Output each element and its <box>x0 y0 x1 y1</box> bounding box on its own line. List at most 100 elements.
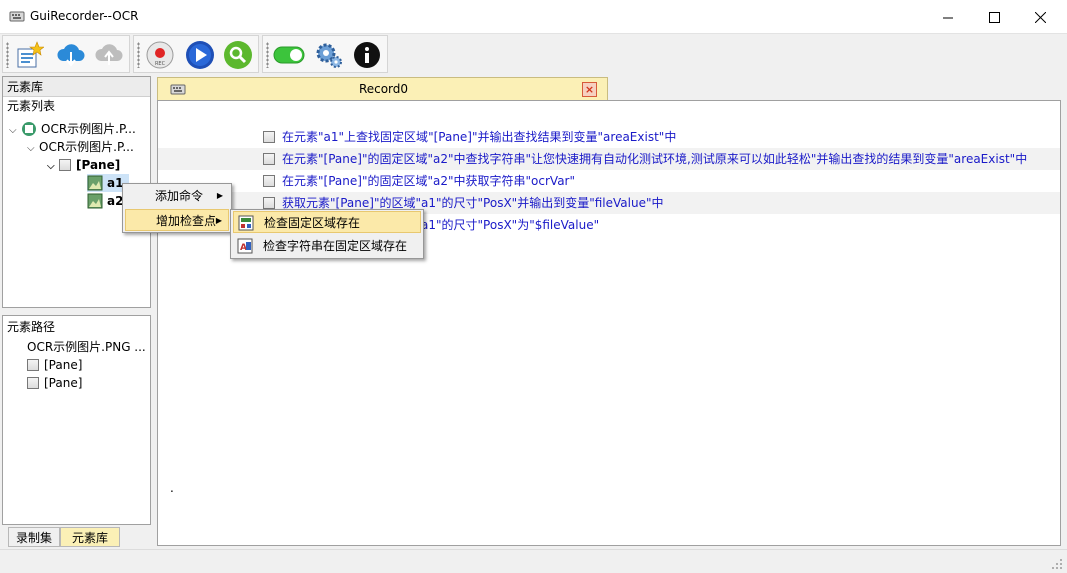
path-item[interactable]: OCR示例图片.PNG ... <box>27 338 146 356</box>
toolbar-grip[interactable] <box>137 42 140 68</box>
command-value: "[Pane]" <box>318 174 368 188</box>
toolbar-group-file <box>2 35 130 73</box>
new-recording-button[interactable] <box>13 40 45 70</box>
command-keyword: 中 <box>664 130 677 144</box>
command-text: 获取元素"[Pane]"的区域"a1"的尺寸"PosX"并输出到变量"fileV… <box>282 196 664 210</box>
tab-element-library[interactable]: 元素库 <box>60 527 120 547</box>
close-button[interactable] <box>1017 0 1063 34</box>
play-button[interactable] <box>184 40 216 70</box>
svg-text:REC: REC <box>155 61 166 67</box>
toggle-button[interactable] <box>273 40 305 70</box>
command-checkbox[interactable] <box>263 197 275 209</box>
element-list-title: 元素列表 <box>7 99 56 113</box>
close-icon: × <box>584 83 595 96</box>
check-area-icon <box>238 215 254 231</box>
tab-label: Record0 <box>358 82 409 96</box>
tree-node-label: a2 <box>107 194 124 208</box>
script-editor[interactable]: 在元素"a1"上查找固定区域"[Pane]"并输出查找结果到变量"areaExi… <box>157 100 1061 546</box>
command-keyword: 并输出查找的结果到变量 <box>816 152 949 166</box>
menu-item-label: 检查固定区域存在 <box>264 216 361 230</box>
chevron-down-icon[interactable]: ⌵ <box>9 122 21 140</box>
toolbar-grip[interactable] <box>266 42 269 68</box>
upload-button[interactable] <box>93 40 125 70</box>
command-text: 在元素"a1"上查找固定区域"[Pane]"并输出查找结果到变量"areaExi… <box>282 130 676 144</box>
menu-item-add-checkpoint[interactable]: 增加检查点 ▶ <box>125 209 229 231</box>
cloud-download-icon <box>57 44 85 67</box>
settings-button[interactable] <box>312 40 344 70</box>
title-bar: GuiRecorder--OCR <box>0 0 1067 34</box>
tab-record0[interactable]: Record0 × <box>157 77 608 101</box>
command-value: "a1" <box>415 196 442 210</box>
close-icon <box>1034 11 1046 23</box>
element-path-panel: 元素路径 OCR示例图片.PNG ... [Pane] [Pane] <box>2 315 151 525</box>
tab-recordings[interactable]: 录制集 <box>8 527 60 547</box>
tree-node-root[interactable]: ⌵ OCR示例图片.P... <box>9 120 136 138</box>
command-keyword: 的固定区域 <box>367 174 428 188</box>
path-item[interactable]: [Pane] <box>27 356 82 374</box>
tree-node-a2[interactable]: a2 <box>87 192 123 210</box>
command-value: "[Pane]" <box>428 130 478 144</box>
command-value: "areaExist" <box>597 130 665 144</box>
command-value: "PosX" <box>477 218 518 232</box>
play-icon <box>186 41 214 69</box>
submenu-arrow-icon: ▶ <box>216 191 223 200</box>
toggle-on-icon <box>273 46 305 64</box>
left-bottom-tabs: 录制集 元素库 <box>2 527 151 547</box>
command-keyword: 在元素 <box>282 130 319 144</box>
command-value: "PosX" <box>477 196 518 210</box>
menu-item-label: 增加检查点 <box>156 214 217 228</box>
download-button[interactable] <box>55 40 87 70</box>
resize-grip-icon[interactable] <box>1051 558 1063 570</box>
command-row[interactable]: 在元素"a1"上查找固定区域"[Pane]"并输出查找结果到变量"areaExi… <box>158 126 1060 148</box>
path-item[interactable]: [Pane] <box>27 374 82 392</box>
tab-close-button[interactable]: × <box>582 82 597 97</box>
command-keyword: 中获取字符串 <box>453 174 526 188</box>
toolbar-group-run: REC <box>133 35 259 73</box>
tree-node-pane[interactable]: ⌵ [Pane] <box>47 156 120 174</box>
menu-item-add-command[interactable]: 添加命令 ▶ <box>125 185 229 207</box>
command-checkbox[interactable] <box>263 131 275 143</box>
inspect-icon <box>224 41 252 69</box>
new-recording-icon <box>17 41 44 68</box>
record-icon: REC <box>146 41 174 69</box>
command-keyword: 中查找字符串 <box>453 152 526 166</box>
window-title: GuiRecorder--OCR <box>30 9 139 23</box>
submenu-arrow-icon: ▶ <box>215 216 222 225</box>
inspect-button[interactable] <box>222 40 254 70</box>
command-keyword: 的尺寸 <box>441 196 478 210</box>
command-row[interactable]: 在元素"[Pane]"的固定区域"a2"中查找字符串"让您快速拥有自动化测试环境… <box>158 148 1060 170</box>
chevron-down-icon[interactable]: ⌵ <box>27 140 39 158</box>
minimize-button[interactable] <box>925 0 971 34</box>
context-menu: 添加命令 ▶ 增加检查点 ▶ <box>122 183 232 233</box>
tree-node-label: OCR示例图片.P... <box>41 122 136 136</box>
command-keyword: 的固定区域 <box>367 152 428 166</box>
maximize-button[interactable] <box>971 0 1017 34</box>
menu-item-check-area-exists[interactable]: 检查固定区域存在 <box>233 211 421 233</box>
chevron-down-icon[interactable]: ⌵ <box>47 158 59 176</box>
record-button[interactable]: REC <box>144 40 176 70</box>
minimize-icon <box>942 17 953 18</box>
command-value: "a2" <box>427 152 454 166</box>
command-value: "a1" <box>318 130 345 144</box>
path-item-label: [Pane] <box>44 376 83 390</box>
command-checkbox[interactable] <box>263 175 275 187</box>
command-checkbox[interactable] <box>263 153 275 165</box>
command-text: 在元素"[Pane]"的固定区域"a2"中查找字符串"让您快速拥有自动化测试环境… <box>282 152 1027 166</box>
command-keyword: 在元素 <box>282 152 319 166</box>
tree-node-image[interactable]: ⌵ OCR示例图片.P... <box>27 138 134 156</box>
command-keyword: 中 <box>1015 152 1028 166</box>
info-button[interactable] <box>351 40 383 70</box>
toolbar-grip[interactable] <box>6 42 9 68</box>
svg-text:A: A <box>240 243 247 253</box>
menu-item-check-string-in-area[interactable]: A 检查字符串在固定区域存在 <box>233 235 421 257</box>
command-value: "ocrVar" <box>525 174 576 188</box>
image-area-icon <box>87 175 103 191</box>
command-keyword: 获取元素 <box>282 196 331 210</box>
info-icon <box>354 42 380 68</box>
command-keyword: 并输出到变量 <box>517 196 590 210</box>
settings-icon <box>316 43 342 68</box>
image-area-icon <box>87 193 103 209</box>
command-row[interactable]: 在元素"[Pane]"的固定区域"a2"中获取字符串"ocrVar" <box>158 170 1060 192</box>
pane-node-icon <box>27 377 39 389</box>
toolbar-group-tools <box>262 35 388 73</box>
